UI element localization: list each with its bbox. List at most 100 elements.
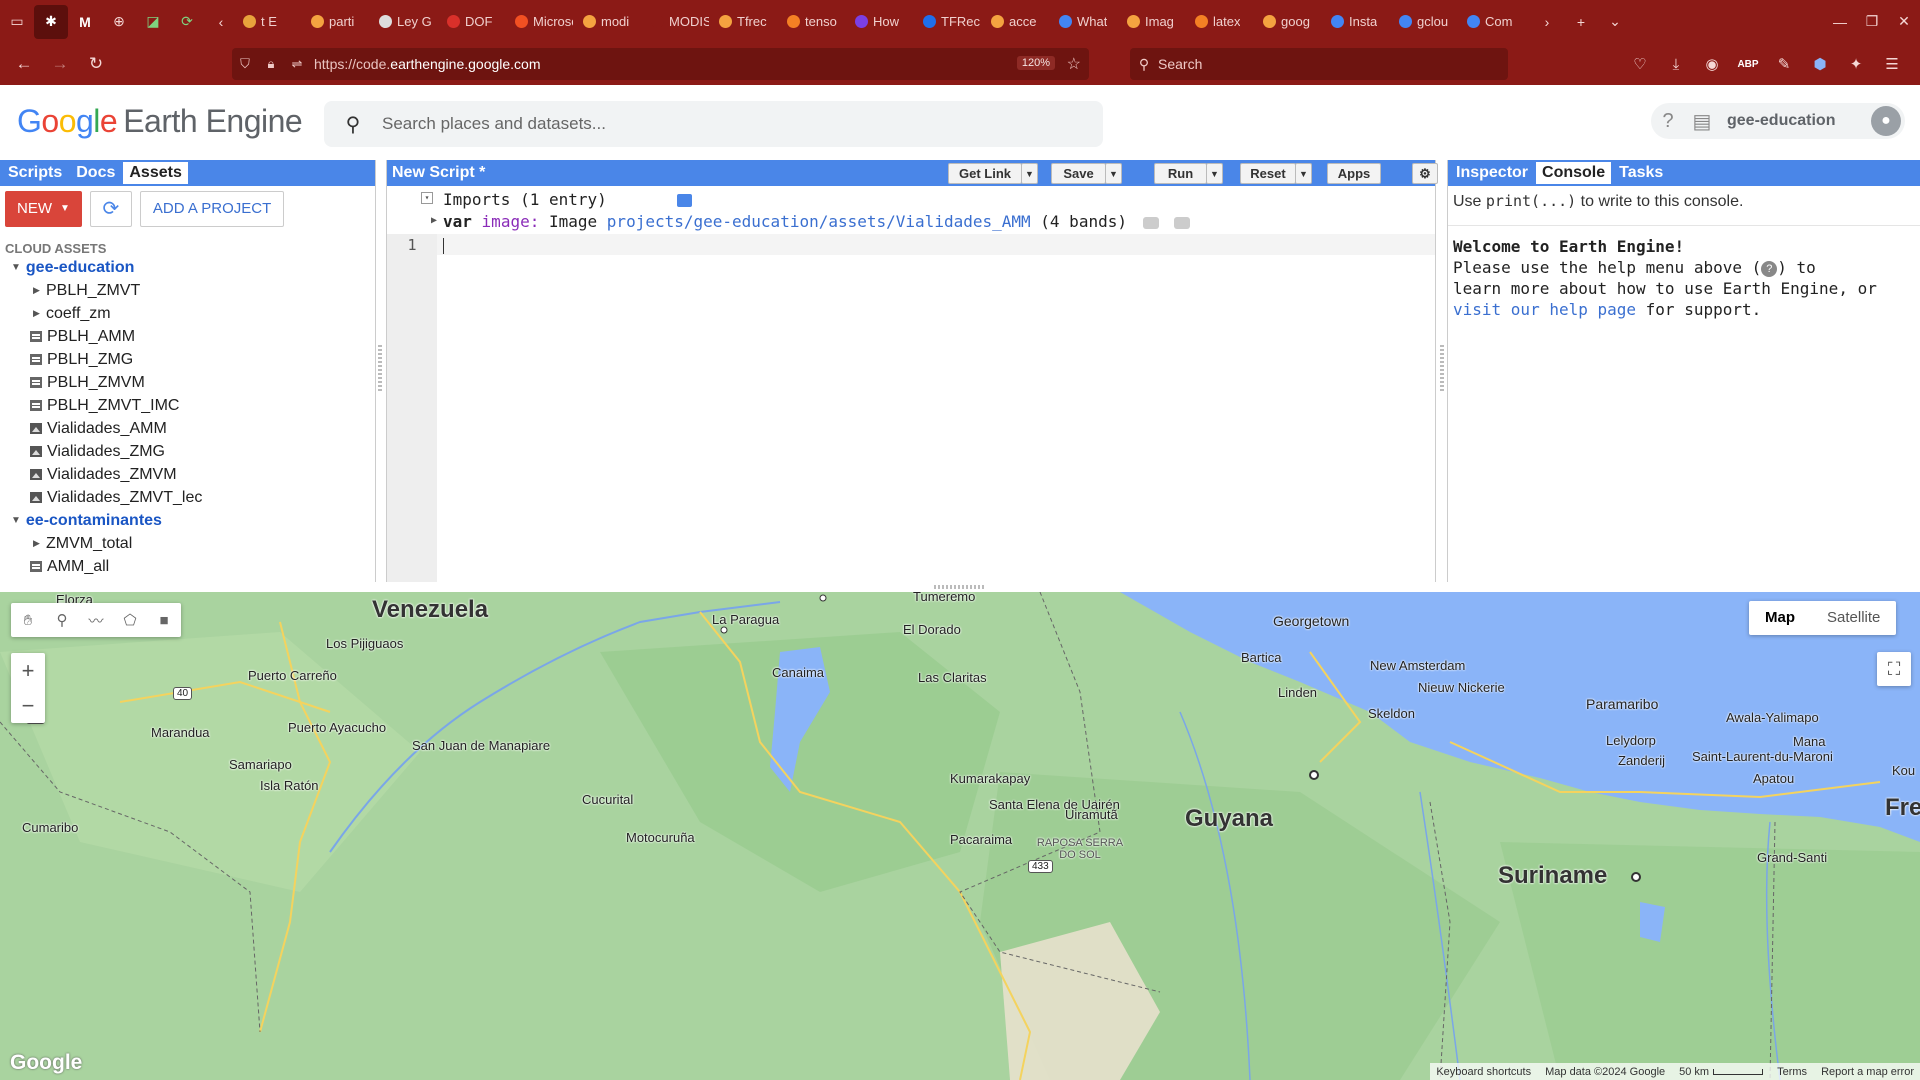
browser-tab[interactable]: tenso: [782, 5, 850, 39]
get-link-button[interactable]: Get Link: [948, 163, 1022, 184]
expand-caret-icon[interactable]: ▼: [11, 262, 21, 273]
code-input-area[interactable]: [437, 234, 1435, 255]
asset-project[interactable]: ▼ gee-education: [0, 256, 375, 279]
scale-indicator[interactable]: 50 km: [1679, 1066, 1764, 1078]
adblock-icon[interactable]: ABP: [1730, 46, 1766, 82]
apps-button[interactable]: Apps: [1327, 163, 1381, 184]
tab-docs[interactable]: Docs: [70, 162, 121, 184]
browser-tab[interactable]: Com: [1462, 5, 1530, 39]
asset-table[interactable]: PBLH_ZMVM: [0, 371, 375, 394]
browser-tab[interactable]: How: [850, 5, 918, 39]
list-tabs-icon[interactable]: ⌄: [1598, 5, 1632, 39]
expand-caret-icon[interactable]: ▼: [11, 515, 21, 526]
pinned-tab-earth-engine[interactable]: ✱: [34, 4, 68, 39]
imports-header[interactable]: ▾ Imports (1 entry): [421, 190, 692, 209]
add-project-button[interactable]: ADD A PROJECT: [139, 190, 285, 227]
browser-tab[interactable]: t E: [238, 5, 306, 39]
lock-icon[interactable]: 🔒︎: [258, 56, 284, 72]
map-view[interactable]: VenezuelaGuyanaCiudad BolívarUpataCiudad…: [0, 592, 1920, 1080]
asset-folder[interactable]: ▶ ZMVM_total: [0, 532, 375, 555]
browser-tab[interactable]: What: [1054, 5, 1122, 39]
report-error-link[interactable]: Report a map error: [1821, 1066, 1914, 1078]
google-earth-engine-logo[interactable]: Google Earth Engine: [17, 103, 303, 140]
asset-folder[interactable]: ▶ PBLH_ZMVT: [0, 279, 375, 302]
expand-import-icon[interactable]: ▶: [431, 215, 437, 226]
browser-tab[interactable]: Microsof: [510, 5, 578, 39]
url-text[interactable]: https://code.earthengine.google.com: [314, 56, 541, 72]
draw-polygon-icon[interactable]: ⬠: [113, 603, 147, 637]
zoom-level[interactable]: 120%: [1016, 56, 1055, 70]
asset-image[interactable]: Vialidades_ZMVT_lec: [0, 486, 375, 509]
collapse-imports-icon[interactable]: ▾: [421, 192, 433, 204]
asset-table[interactable]: AMM_all: [0, 555, 375, 578]
right-splitter[interactable]: [1440, 345, 1444, 391]
reload-icon[interactable]: ↻: [78, 46, 114, 82]
browser-tab[interactable]: Imag: [1122, 5, 1190, 39]
new-tab-icon[interactable]: +: [1564, 5, 1598, 39]
import-variable-name[interactable]: image:: [482, 212, 540, 231]
minimize-icon[interactable]: —: [1824, 0, 1856, 43]
pinned-tab-gmail[interactable]: M: [68, 5, 102, 39]
fullscreen-icon[interactable]: ⛶: [1877, 652, 1911, 686]
help-page-link[interactable]: visit our help page: [1453, 300, 1636, 319]
browser-tab[interactable]: Ley G: [374, 5, 442, 39]
tab-tasks[interactable]: Tasks: [1613, 162, 1669, 184]
folder-expand-icon[interactable]: ▶: [33, 308, 40, 319]
forward-icon[interactable]: →: [42, 46, 78, 82]
draw-line-icon[interactable]: 〰: [79, 603, 113, 637]
account-icon[interactable]: ◉: [1694, 46, 1730, 82]
tab-console[interactable]: Console: [1536, 162, 1612, 184]
zoom-in-icon[interactable]: +: [11, 653, 45, 688]
bookmark-star-icon[interactable]: ☆: [1067, 54, 1081, 74]
asset-image[interactable]: Vialidades_ZMVM: [0, 463, 375, 486]
pan-hand-icon[interactable]: ✋︎: [11, 603, 45, 637]
browser-search-bar[interactable]: ⚲ Search: [1130, 48, 1508, 80]
zoom-out-icon[interactable]: −: [11, 688, 45, 723]
refresh-icon[interactable]: ⟳: [89, 190, 132, 227]
asset-folder[interactable]: ▶ coeff_zm: [0, 302, 375, 325]
extension-icon[interactable]: ✎: [1766, 46, 1802, 82]
asset-table[interactable]: PBLH_ZMVT_IMC: [0, 394, 375, 417]
browser-tab[interactable]: MODIS W: [646, 5, 714, 39]
reset-dropdown-icon[interactable]: ▼: [1295, 163, 1312, 184]
show-on-map-icon[interactable]: [1142, 216, 1159, 229]
restore-icon[interactable]: ❐: [1856, 0, 1888, 43]
asset-table[interactable]: PBLH_AMM: [0, 325, 375, 348]
browser-tab[interactable]: Insta: [1326, 5, 1394, 39]
terms-link[interactable]: Terms: [1777, 1066, 1807, 1078]
browser-tab[interactable]: latex: [1190, 5, 1258, 39]
asset-image[interactable]: Vialidades_ZMG: [0, 440, 375, 463]
browser-tab[interactable]: acce: [986, 5, 1054, 39]
downloads-icon[interactable]: ⤓: [1658, 46, 1694, 82]
asset-project[interactable]: ▼ ee-contaminantes: [0, 509, 375, 532]
reset-button[interactable]: Reset: [1240, 163, 1296, 184]
shield-extension-icon[interactable]: ⬢: [1802, 46, 1838, 82]
tab-overview-icon[interactable]: ▭: [0, 5, 34, 39]
tab-scripts[interactable]: Scripts: [2, 162, 68, 184]
browser-tab[interactable]: DOF: [442, 5, 510, 39]
tab-inspector[interactable]: Inspector: [1450, 162, 1534, 184]
show-generated-code-icon[interactable]: [677, 194, 692, 207]
map-splitter[interactable]: [934, 585, 986, 589]
folder-expand-icon[interactable]: ▶: [33, 538, 40, 549]
help-icon[interactable]: ?: [1651, 104, 1685, 138]
pinned-tab-globe[interactable]: ⊕: [102, 5, 136, 39]
browser-tab[interactable]: parti: [306, 5, 374, 39]
draw-rectangle-icon[interactable]: ■: [147, 603, 181, 637]
browser-tab[interactable]: modi: [578, 5, 646, 39]
menu-icon[interactable]: ☰: [1874, 46, 1910, 82]
scroll-tabs-left-icon[interactable]: ‹: [204, 5, 238, 39]
browser-tab[interactable]: TFRec: [918, 5, 986, 39]
run-button[interactable]: Run: [1154, 163, 1207, 184]
permissions-icon[interactable]: ⇌: [284, 56, 310, 72]
scroll-tabs-right-icon[interactable]: ›: [1530, 5, 1564, 39]
shield-icon[interactable]: ⛉: [232, 56, 258, 72]
user-name[interactable]: gee-education: [1727, 112, 1835, 130]
save-button[interactable]: Save: [1051, 163, 1106, 184]
url-bar[interactable]: ⛉ 🔒︎ ⇌ https://code.earthengine.google.c…: [232, 48, 1089, 80]
feedback-icon[interactable]: ▤: [1685, 104, 1719, 138]
folder-expand-icon[interactable]: ▶: [33, 285, 40, 296]
import-asset-path[interactable]: projects/gee-education/assets/Vialidades…: [607, 212, 1031, 231]
close-window-icon[interactable]: ✕: [1888, 0, 1920, 43]
places-search-input[interactable]: ⚲ Search places and datasets...: [324, 101, 1103, 147]
